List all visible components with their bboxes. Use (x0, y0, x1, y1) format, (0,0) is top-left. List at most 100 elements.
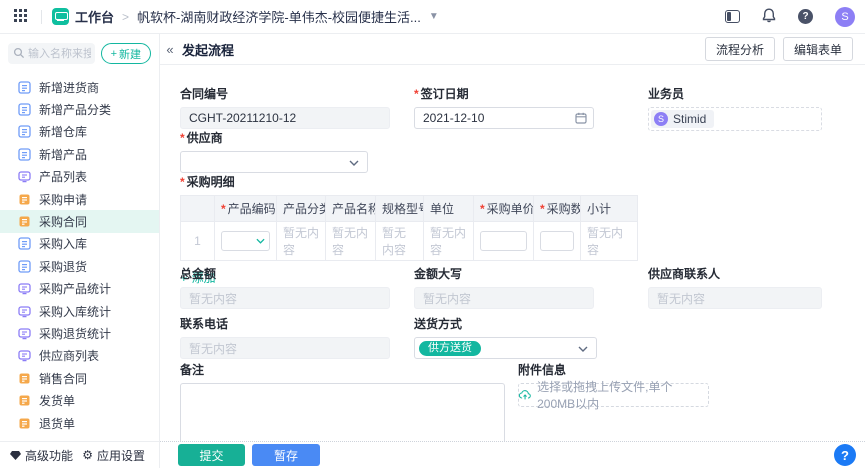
detail-table-label: * 采购明细 (180, 175, 235, 189)
contract-no-label: 合同编号 (180, 87, 229, 101)
submit-button[interactable]: 提交 (178, 444, 245, 466)
sidebar-item-new-warehouse[interactable]: 新增仓库 (0, 121, 159, 143)
user-avatar[interactable]: S (835, 6, 855, 27)
panel-toggle-icon[interactable] (725, 10, 740, 23)
product-code-select[interactable] (221, 231, 270, 251)
column-header-spec: 规格型号 (375, 195, 424, 222)
cell-unit-placeholder: 暂无内容 (423, 221, 474, 261)
remark-label: 备注 (180, 363, 205, 377)
save-draft-button[interactable]: 暂存 (252, 444, 320, 466)
attachment-label: 附件信息 (518, 363, 567, 377)
sidebar-item-delivery-note[interactable]: 发货单 (0, 389, 159, 411)
doc-icon (18, 260, 31, 273)
contract-no-input[interactable] (180, 107, 390, 129)
breadcrumb-workspace[interactable]: 工作台 (75, 7, 114, 26)
main-header: « 发起流程 流程分析 编辑表单 (160, 34, 865, 65)
sidebar-item-new-category[interactable]: 新增产品分类 (0, 98, 159, 120)
file-upload-dropzone[interactable]: 选择或拖拽上传文件,单个200MB以内 (518, 380, 709, 411)
process-analysis-button[interactable]: 流程分析 (704, 37, 775, 61)
new-button[interactable]: + 新建 (100, 43, 151, 64)
form-icon (19, 395, 30, 406)
gem-icon (10, 450, 21, 460)
cell-name-placeholder: 暂无内容 (325, 221, 376, 261)
help-icon[interactable]: ? (798, 9, 813, 24)
column-header-index (180, 195, 215, 222)
page-title: 发起流程 (182, 42, 235, 58)
gear-icon: ⚙ (82, 448, 93, 462)
salesman-chip: S Stimid (651, 110, 715, 128)
collapse-sidebar-icon[interactable]: « (162, 42, 178, 57)
divider (41, 9, 42, 24)
doc-icon (18, 125, 31, 139)
app-grid-icon[interactable] (14, 8, 27, 25)
sidebar-item-purchase-product-stats[interactable]: 采购产品统计 (0, 278, 159, 300)
supplier-select[interactable] (180, 151, 368, 173)
sidebar-item-new-product[interactable]: 新增产品 (0, 143, 159, 165)
form-content: 合同编号 *签订日期 业务员 S Stimid (160, 65, 865, 468)
total-label: 总金额 (180, 267, 217, 281)
advanced-features-button[interactable]: 高级功能 (10, 447, 73, 464)
amount-words-field: 暂无内容 (414, 287, 594, 309)
supplier-contact-label: 供应商联系人 (648, 267, 721, 281)
sidebar: +新建 新增进货商 新增产品分类 新增仓库 新增产品 产品列表 (0, 34, 160, 468)
monitor-icon (18, 305, 31, 317)
sidebar-item-sales-contract[interactable]: 销售合同 (0, 367, 159, 389)
sidebar-item-inbound-stats[interactable]: 采购入库统计 (0, 300, 159, 322)
sidebar-item-product-list[interactable]: 产品列表 (0, 166, 159, 188)
supplier-contact-field: 暂无内容 (648, 287, 822, 309)
monitor-icon (18, 283, 31, 295)
delivery-tag: 供方送货 (419, 340, 481, 356)
workspace-app-icon (52, 8, 69, 25)
qty-input[interactable] (540, 231, 574, 251)
bell-icon[interactable] (762, 7, 776, 26)
salesman-label: 业务员 (648, 87, 685, 101)
search-icon (13, 47, 25, 62)
help-fab-button[interactable]: ? (834, 444, 856, 466)
doc-icon (18, 81, 31, 94)
phone-label: 联系电话 (180, 317, 229, 331)
salesman-field: S Stimid (648, 107, 822, 131)
row-index: 1 (180, 221, 215, 261)
upload-hint: 选择或拖拽上传文件,单个200MB以内 (537, 380, 673, 411)
app-settings-button[interactable]: ⚙ 应用设置 (82, 447, 145, 464)
sidebar-item-return-stats[interactable]: 采购退货统计 (0, 322, 159, 344)
sidebar-menu: 新增进货商 新增产品分类 新增仓库 新增产品 产品列表 采购申请 采购合同 采购… (0, 68, 159, 441)
doc-icon (18, 103, 31, 116)
form-icon (19, 216, 30, 227)
column-header-name: 产品名称 (325, 195, 376, 222)
sign-date-input[interactable] (414, 107, 594, 129)
form-icon (19, 194, 30, 205)
sidebar-item-supplier-list[interactable]: 供应商列表 (0, 345, 159, 367)
amount-words-label: 金额大写 (414, 267, 463, 281)
delivery-select[interactable]: 供方送货 (414, 337, 597, 359)
monitor-icon (18, 350, 31, 362)
sidebar-item-new-supplier[interactable]: 新增进货商 (0, 76, 159, 98)
sign-date-label: * 签订日期 (414, 87, 469, 101)
doc-icon (18, 237, 31, 251)
upload-cloud-icon (519, 390, 531, 400)
column-header-qty: *采购数量 (533, 195, 581, 222)
sidebar-item-purchase-request[interactable]: 采购申请 (0, 188, 159, 210)
chevron-down-icon (256, 238, 265, 244)
price-input[interactable] (480, 231, 527, 251)
monitor-icon (18, 171, 31, 183)
sidebar-item-purchase-inbound[interactable]: 采购入库 (0, 233, 159, 255)
sidebar-item-purchase-contract[interactable]: 采购合同 (0, 210, 159, 233)
breadcrumb-caret-icon[interactable]: ▼ (429, 11, 439, 22)
form-icon (19, 373, 30, 384)
column-header-subtotal: 小计 (580, 195, 638, 222)
sidebar-item-purchase-return[interactable]: 采购退货 (0, 255, 159, 277)
column-header-product-code: * 产品编码 (214, 195, 277, 222)
table-row: 1 暂无内容 暂无内容 暂无内容 暂无内容 暂无内容 (180, 221, 638, 261)
column-header-unit: 单位 (423, 195, 474, 222)
form-footer: 提交 暂存 ? (160, 441, 865, 468)
edit-form-button[interactable]: 编辑表单 (782, 37, 853, 61)
doc-icon (18, 148, 31, 161)
breadcrumb-app-title[interactable]: 帆软杯-湖南财政经济学院-单伟杰-校园便捷生活... (137, 7, 421, 26)
salesman-name: Stimid (673, 112, 707, 126)
calendar-icon[interactable] (575, 112, 587, 127)
column-header-category: 产品分类 (276, 195, 326, 222)
form-icon (19, 418, 30, 429)
column-header-price: * 采购单价 (473, 195, 534, 222)
sidebar-item-return-note[interactable]: 退货单 (0, 412, 159, 434)
